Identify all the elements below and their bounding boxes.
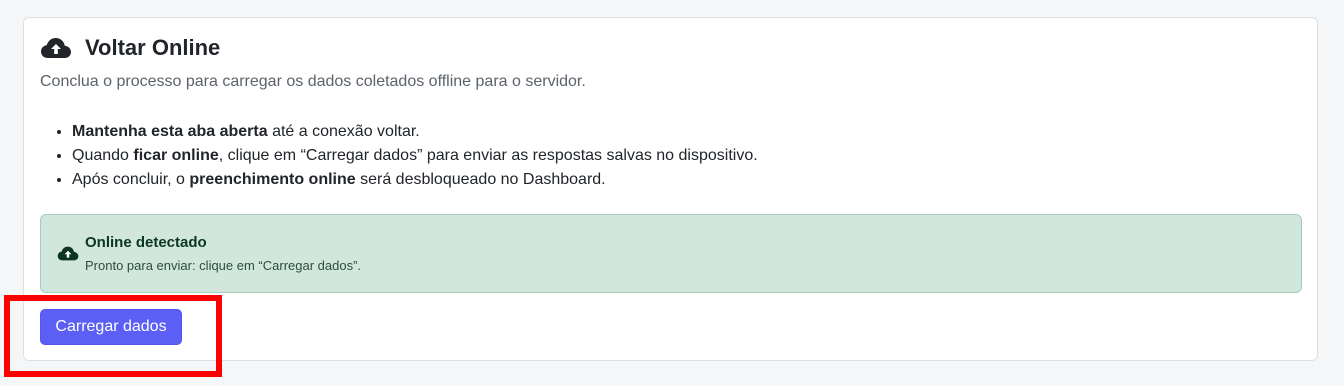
bold-text: ficar online xyxy=(133,147,219,164)
cloud-upload-icon xyxy=(57,245,79,262)
item-text: Após concluir, o xyxy=(72,171,190,188)
item-text: , clique em “Carregar dados” para enviar… xyxy=(218,147,758,164)
bold-text: preenchimento online xyxy=(189,171,356,188)
item-text: Quando xyxy=(72,147,134,164)
online-status-alert: Online detectado Pronto para enviar: cli… xyxy=(40,214,1302,293)
alert-title: Online detectado xyxy=(85,234,207,251)
list-item: Após concluir, o preenchimento online se… xyxy=(72,168,758,192)
list-item: Mantenha esta aba aberta até a conexão v… xyxy=(72,120,758,144)
bold-text: Mantenha esta aba aberta xyxy=(72,123,268,140)
item-text: até a conexão voltar. xyxy=(267,123,420,140)
voltar-online-card: Voltar Online Conclua o processo para ca… xyxy=(23,17,1318,361)
alert-text: Pronto para enviar: clique em “Carregar … xyxy=(85,258,362,273)
instructions-list: Mantenha esta aba aberta até a conexão v… xyxy=(40,120,758,192)
cloud-upload-icon xyxy=(40,36,72,60)
item-text: será desbloqueado no Dashboard. xyxy=(355,171,606,188)
upload-data-button[interactable]: Carregar dados xyxy=(40,309,182,345)
page-subtitle: Conclua o processo para carregar os dado… xyxy=(40,73,586,90)
page-title: Voltar Online xyxy=(85,35,221,60)
card-header: Voltar Online xyxy=(40,35,220,61)
list-item: Quando ficar online, clique em “Carregar… xyxy=(72,144,758,168)
